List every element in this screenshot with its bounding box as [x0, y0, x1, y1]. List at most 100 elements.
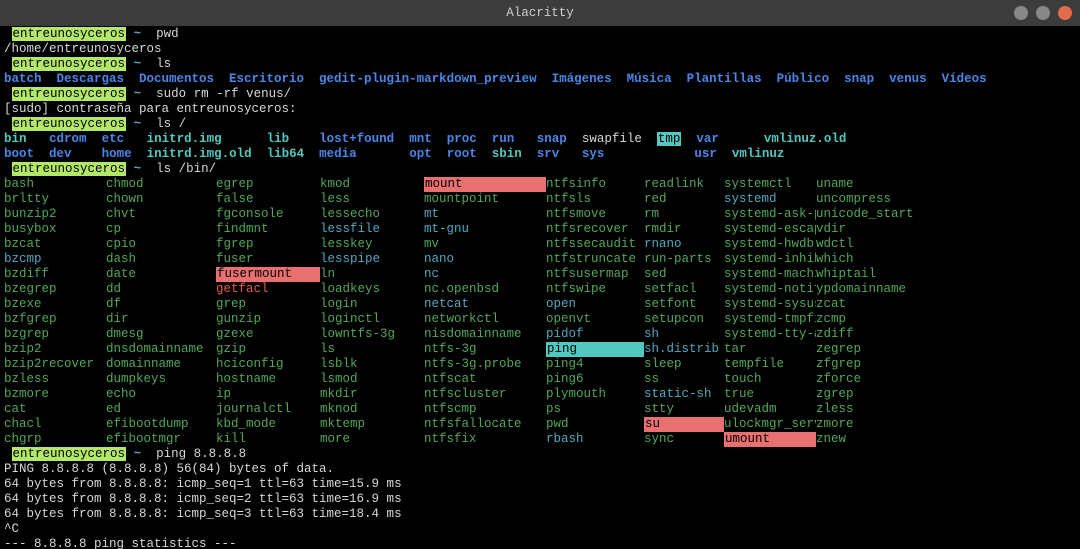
bin-item: rmdir: [644, 222, 724, 237]
bin-item: hciconfig: [216, 357, 320, 372]
bin-item: less: [320, 192, 424, 207]
bin-item: loadkeys: [320, 282, 424, 297]
bin-item: date: [106, 267, 216, 282]
bin-item: bzmore: [4, 387, 106, 402]
bin-item: nisdomainname: [424, 327, 546, 342]
bin-item: dumpkeys: [106, 372, 216, 387]
bin-item: true: [724, 387, 816, 402]
bin-item: ypdomainname: [816, 282, 1044, 297]
bin-item: ping4: [546, 357, 644, 372]
bin-item: systemd-notify: [724, 282, 816, 297]
bin-item: mkdir: [320, 387, 424, 402]
bin-item: touch: [724, 372, 816, 387]
bin-item: openvt: [546, 312, 644, 327]
bin-item: login: [320, 297, 424, 312]
bin-item: zforce: [816, 372, 1044, 387]
bin-item: ntfssecaudit: [546, 237, 644, 252]
bin-item: kbd_mode: [216, 417, 320, 432]
terminal-output[interactable]: entreunosyceros ~ pwd /home/entreunosyce…: [0, 26, 1080, 549]
bin-item: bzgrep: [4, 327, 106, 342]
bin-item: setfacl: [644, 282, 724, 297]
bin-item: lsmod: [320, 372, 424, 387]
bin-listing: bashchmodegrepkmodmountntfsinforeadlinks…: [4, 177, 1076, 447]
bin-item: sed: [644, 267, 724, 282]
bin-item: setfont: [644, 297, 724, 312]
bin-item: mktemp: [320, 417, 424, 432]
bin-item: ntfsmove: [546, 207, 644, 222]
bin-item: which: [816, 252, 1044, 267]
bin-item: cp: [106, 222, 216, 237]
bin-item: uname: [816, 177, 1044, 192]
bin-item: readlink: [644, 177, 724, 192]
bin-item: echo: [106, 387, 216, 402]
bin-item: whiptail: [816, 267, 1044, 282]
bin-item: ping6: [546, 372, 644, 387]
cmd-ping: ping 8.8.8.8: [156, 447, 246, 461]
ping-l4: 64 bytes from 8.8.8.8: icmp_seq=3 ttl=63…: [4, 507, 1076, 522]
bin-item: ntfs-3g.probe: [424, 357, 546, 372]
bin-item: systemd-machine-id-setup: [724, 267, 816, 282]
minimize-icon[interactable]: [1014, 6, 1028, 20]
bin-item: mount: [424, 177, 546, 192]
bin-item: cat: [4, 402, 106, 417]
bin-item: ntfswipe: [546, 282, 644, 297]
bin-item: hostname: [216, 372, 320, 387]
ping-l3: 64 bytes from 8.8.8.8: icmp_seq=2 ttl=63…: [4, 492, 1076, 507]
maximize-icon[interactable]: [1036, 6, 1050, 20]
bin-item: run-parts: [644, 252, 724, 267]
root-row2: boot dev home initrd.img.old lib64 media…: [4, 147, 1076, 162]
close-icon[interactable]: [1058, 6, 1072, 20]
bin-item: ntfs-3g: [424, 342, 546, 357]
bin-item: mv: [424, 237, 546, 252]
bin-item: tar: [724, 342, 816, 357]
bin-item: bzdiff: [4, 267, 106, 282]
bin-item: pwd: [546, 417, 644, 432]
bin-item: lessfile: [320, 222, 424, 237]
bin-item: bzfgrep: [4, 312, 106, 327]
bin-item: rm: [644, 207, 724, 222]
bin-item: wdctl: [816, 237, 1044, 252]
bin-item: lessecho: [320, 207, 424, 222]
bin-item: systemd-tty-ask-password-agent: [724, 327, 816, 342]
bin-item: dnsdomainname: [106, 342, 216, 357]
bin-item: nc: [424, 267, 546, 282]
bin-item: systemd-escape: [724, 222, 816, 237]
prompt-user: entreunosyceros: [12, 27, 127, 41]
bin-item: ulockmgr_server: [724, 417, 816, 432]
bin-item: ntfstruncate: [546, 252, 644, 267]
bin-item: umount: [724, 432, 816, 447]
bin-item: zegrep: [816, 342, 1044, 357]
bin-item: ls: [320, 342, 424, 357]
cmd-ls: ls: [156, 57, 171, 71]
bin-item: systemd-ask-password: [724, 207, 816, 222]
bin-item: efibootmgr: [106, 432, 216, 447]
bin-item: systemd-tmpfiles: [724, 312, 816, 327]
bin-item: ntfsrecover: [546, 222, 644, 237]
bin-item: mt: [424, 207, 546, 222]
bin-item: tempfile: [724, 357, 816, 372]
bin-item: lesskey: [320, 237, 424, 252]
bin-item: fuser: [216, 252, 320, 267]
cmd-ls-bin: ls /bin/: [156, 162, 216, 176]
ping-ctrlc: ^C: [4, 522, 1076, 537]
bin-item: chmod: [106, 177, 216, 192]
bin-item: bzip2recover: [4, 357, 106, 372]
bin-item: plymouth: [546, 387, 644, 402]
bin-item: systemd: [724, 192, 816, 207]
bin-item: zcmp: [816, 312, 1044, 327]
bin-item: sync: [644, 432, 724, 447]
bin-item: ntfsls: [546, 192, 644, 207]
bin-item: getfacl: [216, 282, 320, 297]
bin-item: ping: [546, 342, 644, 357]
sudo-output: [sudo] contraseña para entreunosyceros:: [4, 102, 1076, 117]
bin-item: bash: [4, 177, 106, 192]
bin-item: systemd-sysusers: [724, 297, 816, 312]
bin-item: bzless: [4, 372, 106, 387]
bin-item: nano: [424, 252, 546, 267]
bin-item: loginctl: [320, 312, 424, 327]
bin-item: df: [106, 297, 216, 312]
bin-item: zmore: [816, 417, 1044, 432]
bin-item: networkctl: [424, 312, 546, 327]
bin-item: systemctl: [724, 177, 816, 192]
cmd-pwd: pwd: [156, 27, 179, 41]
